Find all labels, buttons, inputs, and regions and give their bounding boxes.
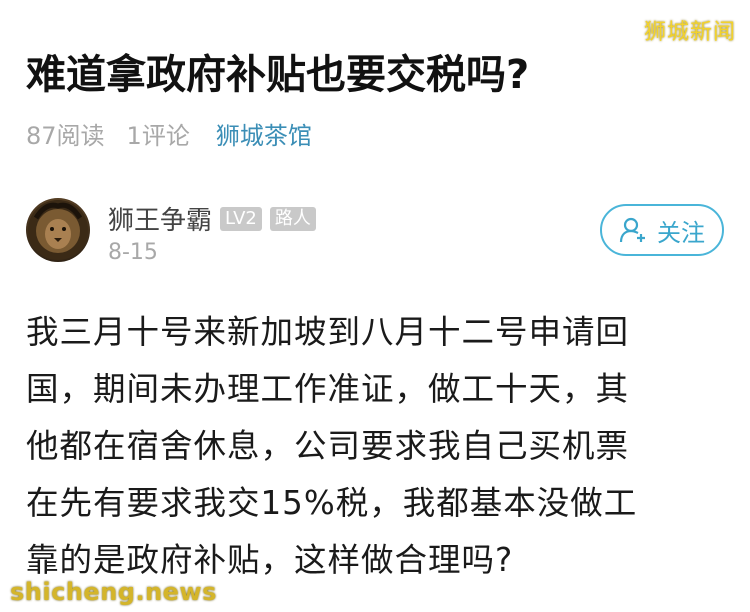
post-body: 我三月十号来新加坡到八月十二号申请回 国，期间未办理工作准证，做工十天，其 他都… — [26, 304, 726, 589]
read-count: 87阅读 — [26, 122, 105, 150]
author-name[interactable]: 狮王争霸 — [108, 200, 212, 237]
watermark-top: 狮城新闻 — [643, 20, 736, 45]
level-badge: LV2 — [220, 206, 262, 231]
lion-avatar-icon — [28, 200, 88, 260]
follow-label: 关注 — [657, 218, 705, 247]
body-line: 国，期间未办理工作准证，做工十天，其 — [26, 370, 630, 408]
body-line: 在先有要求我交15%税，我都基本没做工 — [26, 484, 638, 522]
group-link[interactable]: 狮城茶馆 — [216, 116, 312, 151]
comment-count[interactable]: 1评论 — [127, 116, 190, 151]
add-user-icon — [619, 217, 645, 243]
watermark-bottom: shicheng.news — [10, 578, 217, 606]
post-date: 8-15 — [108, 240, 158, 265]
role-badge: 路人 — [269, 206, 316, 231]
follow-button[interactable]: 关注 — [600, 204, 724, 256]
post-title: 难道拿政府补贴也要交税吗? — [26, 52, 530, 98]
post-meta: 87阅读 1评论 狮城茶馆 — [26, 116, 312, 151]
body-line: 他都在宿舍休息，公司要求我自己买机票 — [26, 427, 630, 465]
author-row: 狮王争霸 LV2 路人 8-15 关注 — [26, 198, 726, 270]
author-name-line: 狮王争霸 LV2 路人 — [108, 200, 316, 237]
avatar[interactable] — [26, 198, 90, 262]
body-line: 我三月十号来新加坡到八月十二号申请回 — [26, 313, 630, 351]
